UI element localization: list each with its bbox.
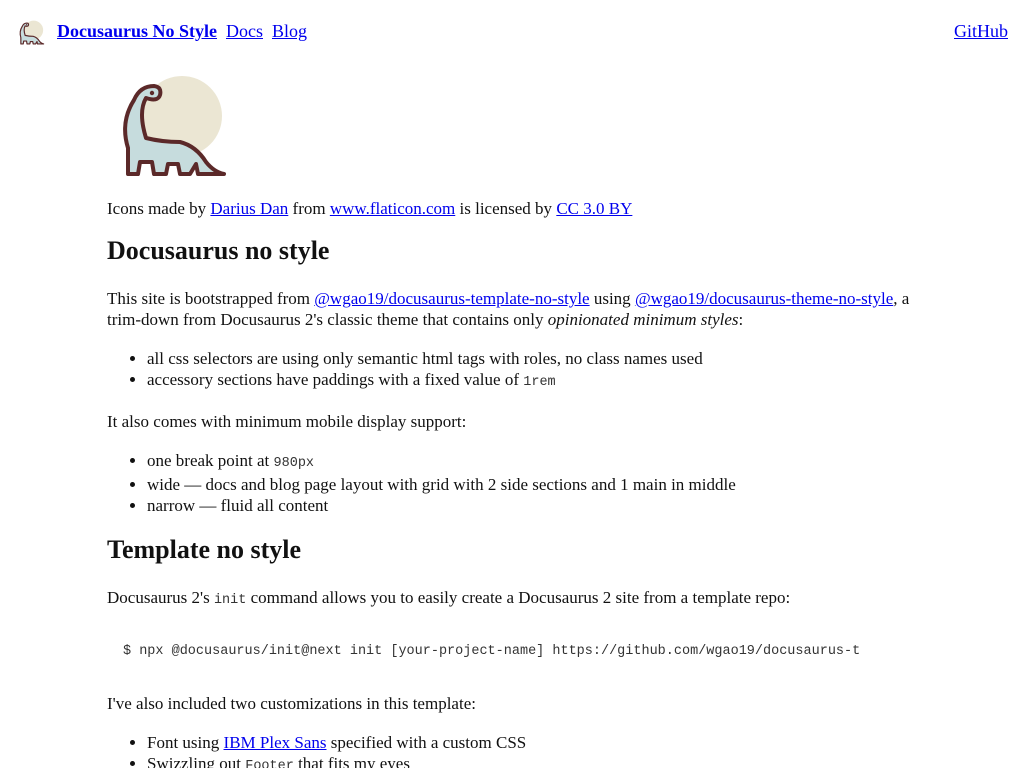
features-list: all css selectors are using only semanti… xyxy=(107,348,917,393)
customizations-list: Font using IBM Plex Sans specified with … xyxy=(107,732,917,768)
license-link[interactable]: CC 3.0 BY xyxy=(556,199,632,218)
mobile-intro: It also comes with minimum mobile displa… xyxy=(107,412,467,431)
list-item: Swizzling out Footer that fits my eyes xyxy=(147,753,917,768)
inline-code: init xyxy=(213,593,247,608)
init-paragraph: Docusaurus 2's init command allows you t… xyxy=(107,587,917,611)
list-item: Font using IBM Plex Sans specified with … xyxy=(147,732,917,753)
navbar: Docusaurus No Style Docs Blog GitHub xyxy=(0,0,1024,64)
navbar-brand[interactable]: Docusaurus No Style xyxy=(57,21,217,42)
init-suffix: command allows you to easily create a Do… xyxy=(246,588,791,607)
intro-end: : xyxy=(738,310,744,329)
inline-code: Footer xyxy=(245,759,294,768)
intro-paragraph: This site is bootstrapped from @wgao19/d… xyxy=(107,288,917,330)
list-item: accessory sections have paddings with a … xyxy=(147,369,917,393)
mobile-list: one break point at 980px wide — docs and… xyxy=(107,450,917,516)
list-item-text: accessory sections have paddings with a … xyxy=(147,370,524,389)
nav-link-github[interactable]: GitHub xyxy=(954,21,1008,42)
credits-mid: is licensed by xyxy=(455,199,557,218)
inline-code: 1rem xyxy=(523,375,556,390)
flaticon-link[interactable]: www.flaticon.com xyxy=(330,199,455,218)
intro-prefix: This site is bootstrapped from xyxy=(107,289,315,308)
template-repo-link[interactable]: @wgao19/docusaurus-template-no-style xyxy=(314,289,589,308)
init-prefix: Docusaurus 2's xyxy=(107,588,214,607)
list-item: wide — docs and blog page layout with gr… xyxy=(147,474,917,495)
list-item: all css selectors are using only semanti… xyxy=(147,348,917,369)
list-item-text: one break point at xyxy=(147,451,274,470)
list-item-text: specified with a custom CSS xyxy=(326,733,527,752)
author-link[interactable]: Darius Dan xyxy=(210,199,288,218)
customizations-intro: I've also included two customizations in… xyxy=(107,694,476,713)
intro-emphasis: opinionated minimum styles xyxy=(547,310,739,329)
inline-code: 980px xyxy=(273,456,315,471)
credits-mid: from xyxy=(288,199,330,218)
list-item-text: Swizzling out xyxy=(147,754,246,768)
list-item-text: that fits my eyes xyxy=(293,754,410,768)
list-item-text: Font using xyxy=(147,733,224,752)
heading-template-no-style: Template no style xyxy=(107,535,302,564)
list-item: narrow — fluid all content xyxy=(147,495,917,516)
main-content: Icons made by Darius Dan from www.flatic… xyxy=(107,76,917,768)
dinosaur-icon[interactable] xyxy=(18,19,46,47)
icon-credits: Icons made by Darius Dan from www.flatic… xyxy=(107,198,917,219)
list-item: one break point at 980px xyxy=(147,450,917,474)
heading-docusaurus-no-style: Docusaurus no style xyxy=(107,236,330,265)
credits-prefix: Icons made by xyxy=(107,199,211,218)
command-code-block[interactable]: $ npx @docusaurus/init@next init [your-p… xyxy=(107,633,917,671)
intro-mid: using xyxy=(589,289,635,308)
ibm-plex-sans-link[interactable]: IBM Plex Sans xyxy=(224,733,327,752)
nav-link-docs[interactable]: Docs xyxy=(226,21,263,42)
nav-link-blog[interactable]: Blog xyxy=(272,21,307,42)
dinosaur-icon xyxy=(123,76,226,176)
theme-repo-link[interactable]: @wgao19/docusaurus-theme-no-style xyxy=(635,289,893,308)
